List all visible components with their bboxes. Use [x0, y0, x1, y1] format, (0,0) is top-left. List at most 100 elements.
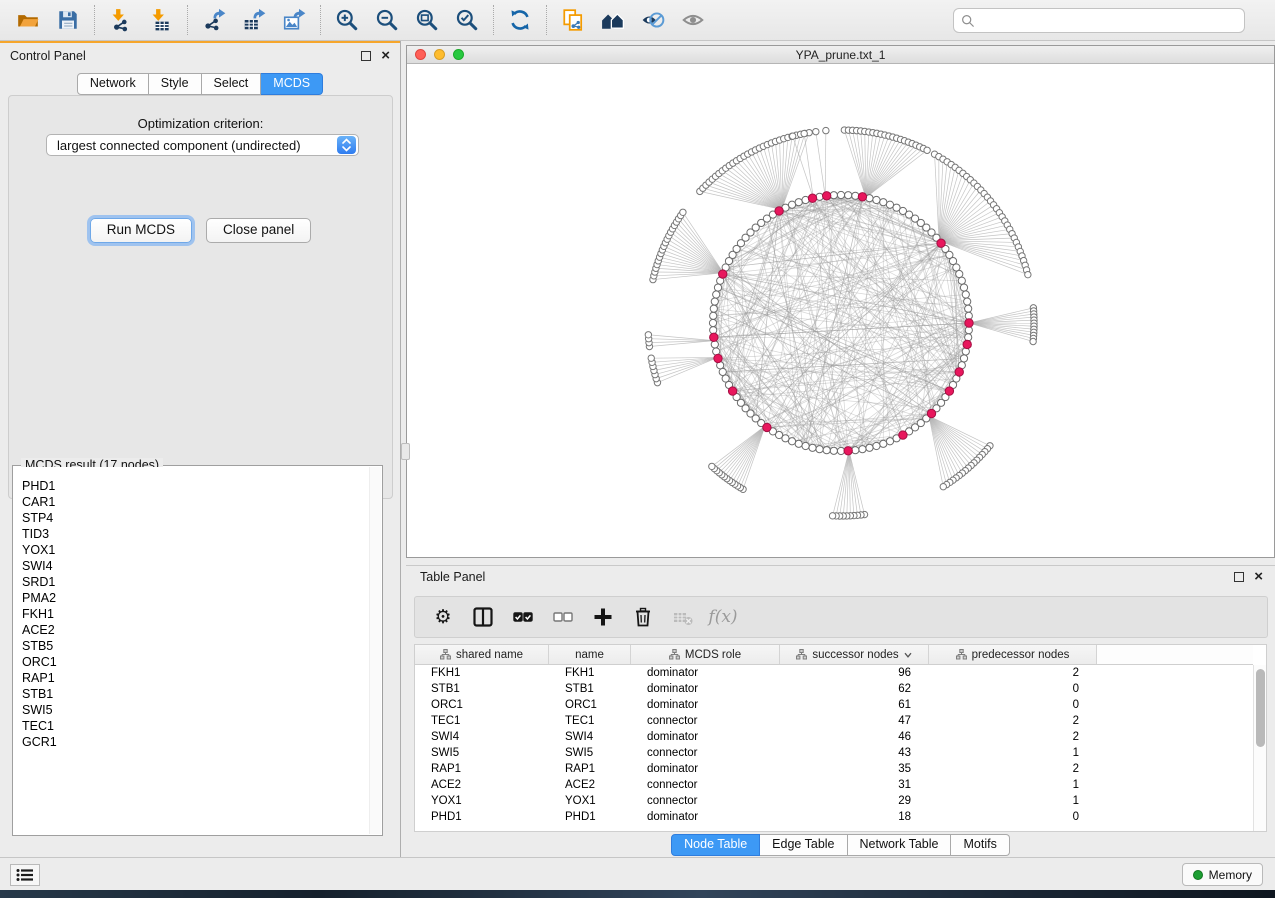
table-cell[interactable]: TEC1 [549, 713, 631, 729]
table-cell[interactable]: dominator [631, 681, 780, 697]
table-cell[interactable]: dominator [631, 697, 780, 713]
column-header-successor-nodes[interactable]: successor nodes [780, 645, 929, 664]
table-cell[interactable]: 18 [780, 809, 929, 825]
export-table-button[interactable] [234, 3, 274, 37]
show-columns-button[interactable] [465, 600, 501, 634]
table-cell[interactable]: ACE2 [415, 777, 549, 793]
table-cell[interactable]: 47 [780, 713, 929, 729]
mcds-result-list[interactable]: PHD1CAR1STP4TID3YOX1SWI4SRD1PMA2FKH1ACE2… [14, 467, 381, 834]
run-mcds-button[interactable]: Run MCDS [90, 218, 192, 243]
table-cell[interactable]: 43 [780, 745, 929, 761]
table-row[interactable]: TEC1TEC1connector472 [415, 713, 1253, 729]
table-tab-network-table[interactable]: Network Table [848, 834, 952, 856]
table-cell[interactable]: 1 [929, 777, 1097, 793]
table-cell[interactable]: 35 [780, 761, 929, 777]
table-row[interactable]: RAP1RAP1dominator352 [415, 761, 1253, 777]
zoom-in-button[interactable] [327, 3, 367, 37]
tab-mcds[interactable]: MCDS [261, 73, 323, 95]
table-cell[interactable]: connector [631, 793, 780, 809]
table-cell[interactable]: dominator [631, 809, 780, 825]
mcds-result-item[interactable]: RAP1 [22, 670, 381, 686]
table-cell[interactable]: 2 [929, 729, 1097, 745]
column-header-predecessor-nodes[interactable]: predecessor nodes [929, 645, 1097, 664]
table-cell[interactable]: 2 [929, 761, 1097, 777]
memory-button[interactable]: Memory [1182, 863, 1263, 886]
table-cell[interactable]: SWI4 [549, 729, 631, 745]
table-cell[interactable]: 1 [929, 793, 1097, 809]
mcds-result-item[interactable]: STB5 [22, 638, 381, 654]
table-cell[interactable]: 62 [780, 681, 929, 697]
tab-select[interactable]: Select [202, 73, 262, 95]
hide-details-button[interactable] [633, 3, 673, 37]
table-cell[interactable]: ORC1 [549, 697, 631, 713]
table-cell[interactable]: 2 [929, 713, 1097, 729]
panel-list-button[interactable] [10, 864, 40, 886]
close-panel-icon[interactable]: × [381, 51, 390, 61]
table-cell[interactable]: YOX1 [549, 793, 631, 809]
table-cell[interactable]: SWI4 [415, 729, 549, 745]
mcds-result-item[interactable]: TID3 [22, 526, 381, 542]
table-cell[interactable]: TEC1 [415, 713, 549, 729]
delete-column-button[interactable] [625, 600, 661, 634]
save-session-button[interactable] [48, 3, 88, 37]
show-details-button[interactable] [673, 3, 713, 37]
table-row[interactable]: STB1STB1dominator620 [415, 681, 1253, 697]
table-cell[interactable]: PHD1 [549, 809, 631, 825]
close-panel-button[interactable]: Close panel [206, 218, 311, 243]
deselect-all-button[interactable] [545, 600, 581, 634]
open-file-button[interactable] [8, 3, 48, 37]
table-cell[interactable]: 2 [929, 665, 1097, 681]
table-cell[interactable]: 1 [929, 745, 1097, 761]
table-cell[interactable]: 31 [780, 777, 929, 793]
table-cell[interactable]: FKH1 [415, 665, 549, 681]
zoom-out-button[interactable] [367, 3, 407, 37]
import-network-button[interactable] [101, 3, 141, 37]
table-cell[interactable]: connector [631, 713, 780, 729]
mcds-result-item[interactable]: SRD1 [22, 574, 381, 590]
refresh-layout-button[interactable] [500, 3, 540, 37]
search-box[interactable] [953, 8, 1245, 33]
mcds-result-item[interactable]: CAR1 [22, 494, 381, 510]
table-cell[interactable]: FKH1 [549, 665, 631, 681]
optimization-criterion-dropdown[interactable]: largest connected component (undirected) [46, 134, 359, 156]
mcds-result-item[interactable]: FKH1 [22, 606, 381, 622]
mcds-result-item[interactable]: PHD1 [22, 478, 381, 494]
mcds-result-item[interactable]: ACE2 [22, 622, 381, 638]
mcds-result-item[interactable]: STP4 [22, 510, 381, 526]
column-header-mcds-role[interactable]: MCDS role [631, 645, 780, 664]
table-cell[interactable]: SWI5 [549, 745, 631, 761]
import-table-button[interactable] [141, 3, 181, 37]
table-row[interactable]: SWI5SWI5connector431 [415, 745, 1253, 761]
table-tab-node-table[interactable]: Node Table [671, 834, 760, 856]
close-table-panel-icon[interactable]: × [1254, 572, 1263, 582]
mcds-result-item[interactable]: ORC1 [22, 654, 381, 670]
float-table-panel-icon[interactable] [1234, 572, 1244, 582]
mcds-result-item[interactable]: TEC1 [22, 718, 381, 734]
table-tab-edge-table[interactable]: Edge Table [760, 834, 847, 856]
clone-network-button[interactable] [553, 3, 593, 37]
table-cell[interactable]: 61 [780, 697, 929, 713]
table-cell[interactable]: RAP1 [549, 761, 631, 777]
network-canvas[interactable] [407, 64, 1274, 557]
table-scrollbar-thumb[interactable] [1256, 669, 1265, 747]
table-cell[interactable]: STB1 [549, 681, 631, 697]
mcds-result-item[interactable]: PMA2 [22, 590, 381, 606]
table-cell[interactable]: STB1 [415, 681, 549, 697]
network-window-titlebar[interactable]: YPA_prune.txt_1 [407, 46, 1274, 64]
table-cell[interactable]: PHD1 [415, 809, 549, 825]
home-button[interactable] [593, 3, 633, 37]
mcds-result-item[interactable]: GCR1 [22, 734, 381, 750]
table-row[interactable]: SWI4SWI4dominator462 [415, 729, 1253, 745]
export-image-button[interactable] [274, 3, 314, 37]
table-cell[interactable]: 0 [929, 681, 1097, 697]
zoom-selected-button[interactable] [447, 3, 487, 37]
table-cell[interactable]: 46 [780, 729, 929, 745]
table-scrollbar[interactable] [1253, 665, 1266, 831]
table-cell[interactable]: ACE2 [549, 777, 631, 793]
table-cell[interactable]: dominator [631, 665, 780, 681]
table-tab-motifs[interactable]: Motifs [951, 834, 1009, 856]
table-cell[interactable]: dominator [631, 729, 780, 745]
table-row[interactable]: ORC1ORC1dominator610 [415, 697, 1253, 713]
tab-network[interactable]: Network [77, 73, 149, 95]
search-input[interactable] [980, 14, 1237, 28]
